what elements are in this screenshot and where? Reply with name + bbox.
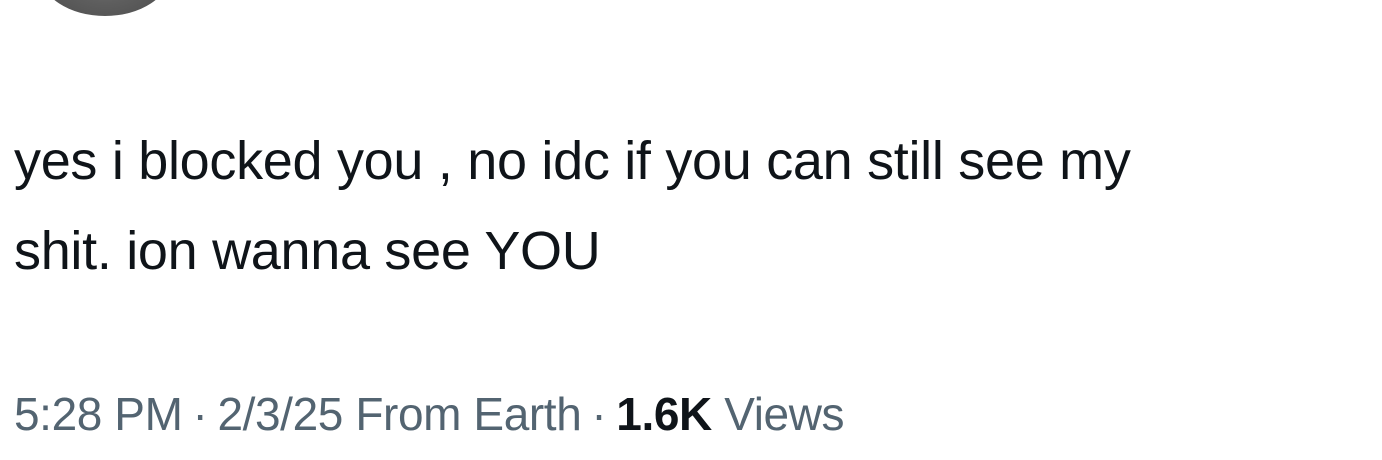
views-count[interactable]: 1.6K	[616, 388, 712, 440]
meta-separator: ·	[591, 388, 607, 440]
meta-separator: ·	[192, 388, 208, 440]
avatar[interactable]	[40, 0, 170, 16]
tweet-time[interactable]: 5:28 PM	[14, 388, 183, 440]
tweet-meta: 5:28 PM · 2/3/25 From Earth · 1.6K Views	[14, 384, 845, 444]
tweet-date[interactable]: 2/3/25	[217, 388, 343, 440]
tweet-text-line-2: shit. ion wanna see YOU	[14, 221, 601, 281]
views-label[interactable]: Views	[724, 388, 844, 440]
tweet-text: yes i blocked you , no idc if you can st…	[14, 116, 1374, 296]
tweet-location: From Earth	[355, 388, 582, 440]
tweet-text-line-1: yes i blocked you , no idc if you can st…	[14, 131, 1131, 191]
